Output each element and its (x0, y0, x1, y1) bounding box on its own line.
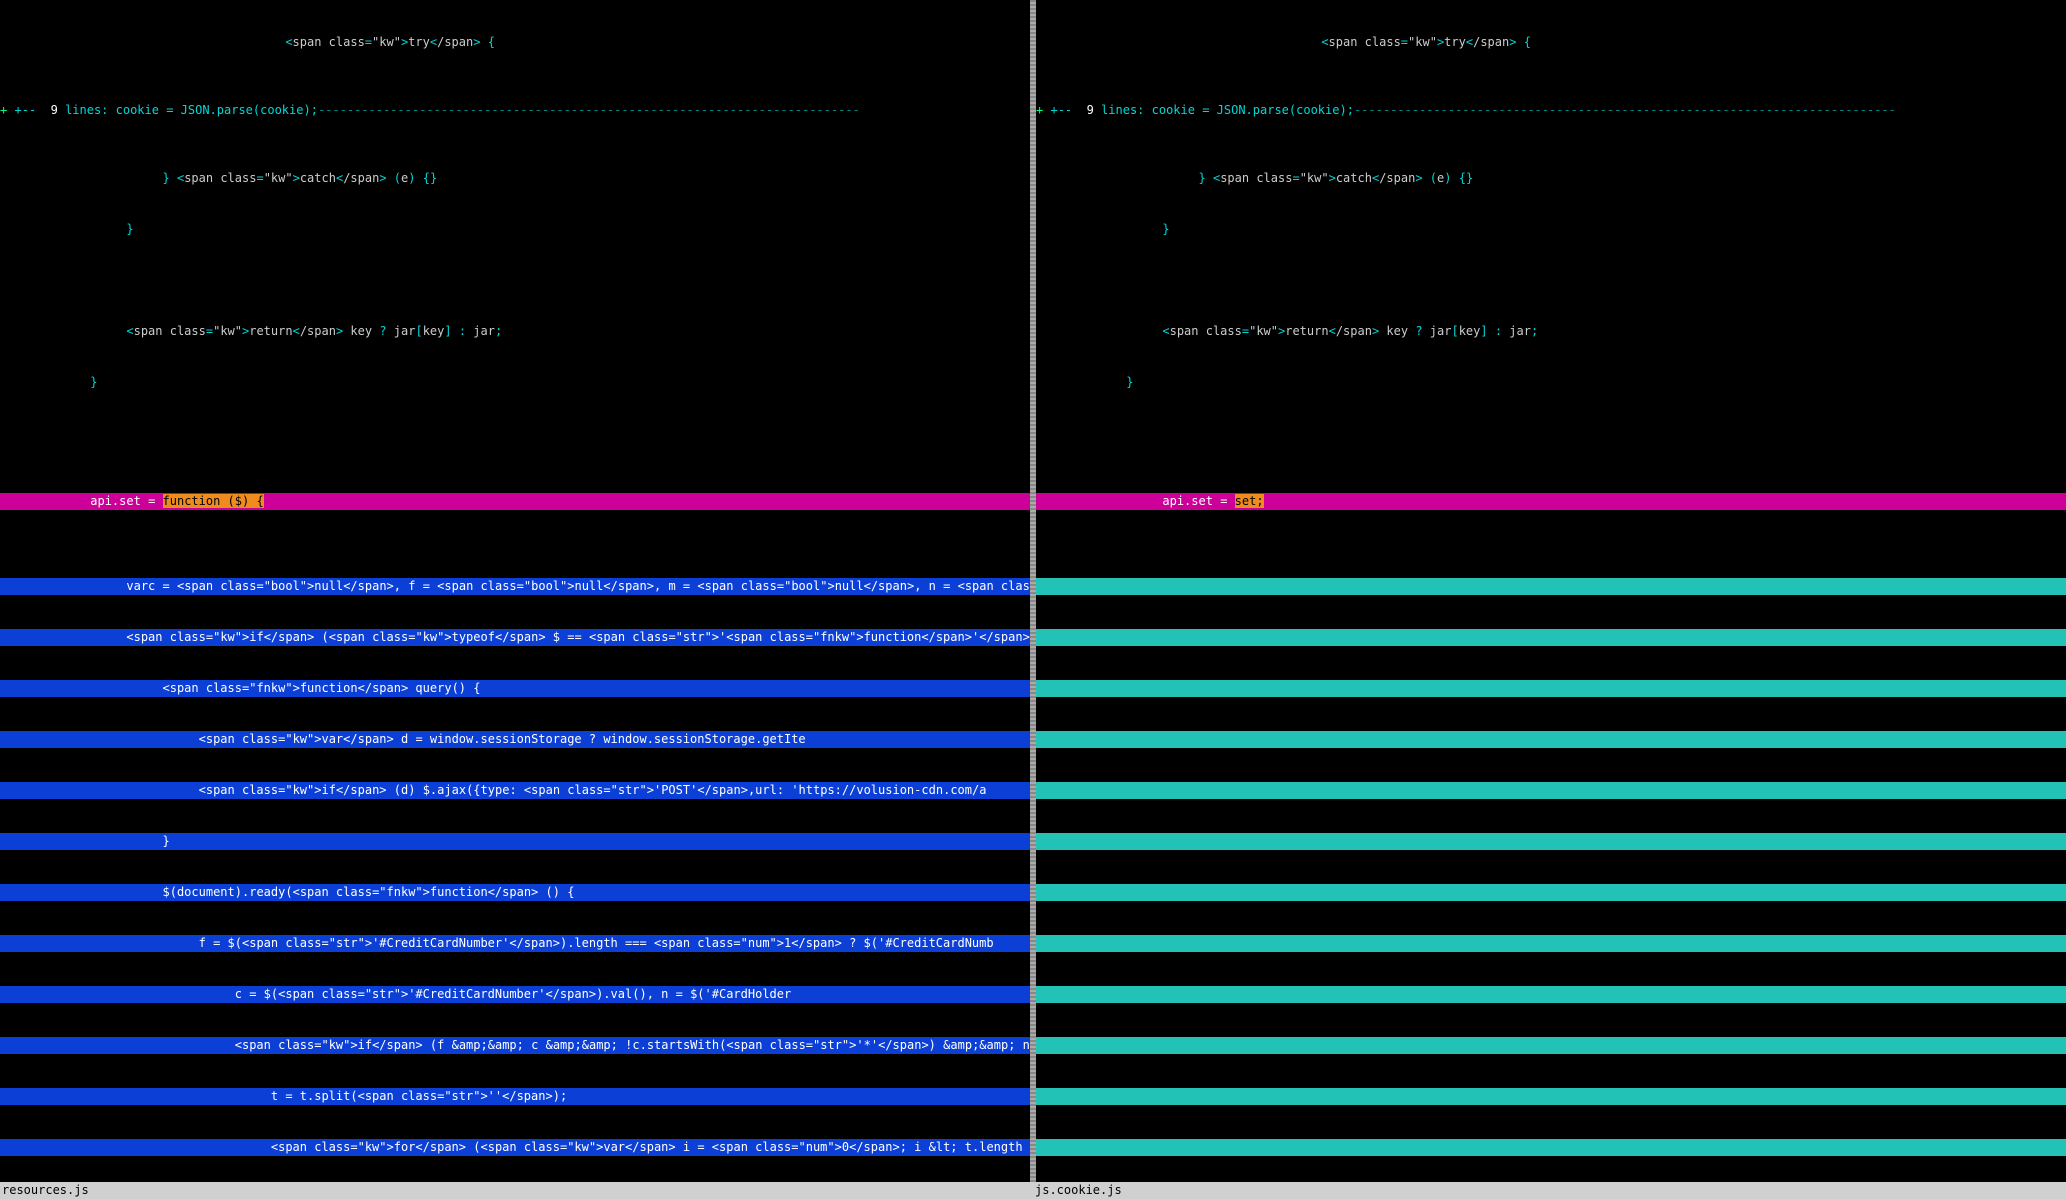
diff-filler-line (1036, 782, 2066, 799)
diff-added-line: f = $(<span class="str">'#CreditCardNumb… (0, 935, 1030, 952)
diff-added-line: <span class="fnkw">function</span> query… (0, 680, 1030, 697)
diff-added-line: } (0, 833, 1030, 850)
diff-filler-line (1036, 578, 2066, 595)
diff-added-line: t = t.split(<span class="str">''</span>)… (0, 1088, 1030, 1105)
code-line: } <span class="kw">catch</span> (e) {} (1036, 170, 2066, 187)
left-pane[interactable]: <span class="kw">try</span> { + +-- 9 li… (0, 0, 1030, 1182)
diff-added-line: $(document).ready(<span class="fnkw">fun… (0, 884, 1030, 901)
diff-added-line: <span class="kw">if</span> (<span class=… (0, 629, 1030, 646)
code-line: <span class="kw">try</span> { (1036, 34, 2066, 51)
diff-changed-line: api.set = function ($) { (0, 493, 1030, 510)
code-line: } (1036, 374, 2066, 391)
code-line: } (0, 374, 1030, 391)
diff-filler-line (1036, 935, 2066, 952)
right-pane[interactable]: <span class="kw">try</span> { + +-- 9 li… (1036, 0, 2066, 1182)
diff-filler-line (1036, 629, 2066, 646)
code-line: } (1036, 221, 2066, 238)
diff-filler-line (1036, 1139, 2066, 1156)
diff-filler-line (1036, 731, 2066, 748)
code-line: <span class="kw">return</span> key ? jar… (0, 323, 1030, 340)
diff-added-line: <span class="kw">if</span> (d) $.ajax({t… (0, 782, 1030, 799)
status-left-filename: resources.js (0, 1182, 1033, 1199)
code-line: } <span class="kw">catch</span> (e) {} (0, 170, 1030, 187)
fold-marker[interactable]: + +-- 9 lines: cookie = JSON.parse(cooki… (0, 102, 1030, 119)
diff-changed-line: api.set = set; (1036, 493, 2066, 510)
code-line: } (0, 221, 1030, 238)
diff-filler-line (1036, 833, 2066, 850)
diff-filler-line (1036, 680, 2066, 697)
diff-editor: <span class="kw">try</span> { + +-- 9 li… (0, 0, 2066, 1182)
status-right-filename: js.cookie.js (1033, 1182, 2066, 1199)
diff-filler-line (1036, 884, 2066, 901)
diff-added-line: <span class="kw">var</span> d = window.s… (0, 731, 1030, 748)
diff-filler-line (1036, 1088, 2066, 1105)
diff-filler-line (1036, 1037, 2066, 1054)
status-bar: resources.js js.cookie.js (0, 1182, 2066, 1199)
code-line (1036, 425, 2066, 442)
diff-filler-line (1036, 986, 2066, 1003)
code-line (1036, 272, 2066, 289)
diff-added-line: <span class="kw">for</span> (<span class… (0, 1139, 1030, 1156)
diff-added-line: c = $(<span class="str">'#CreditCardNumb… (0, 986, 1030, 1003)
fold-marker[interactable]: + +-- 9 lines: cookie = JSON.parse(cooki… (1036, 102, 2066, 119)
code-line (0, 425, 1030, 442)
code-line: <span class="kw">return</span> key ? jar… (1036, 323, 2066, 340)
diff-added-line: varc = <span class="bool">null</span>, f… (0, 578, 1030, 595)
diff-added-line: <span class="kw">if</span> (f &amp;&amp;… (0, 1037, 1030, 1054)
code-line: <span class="kw">try</span> { (0, 34, 1030, 51)
code-line (0, 272, 1030, 289)
